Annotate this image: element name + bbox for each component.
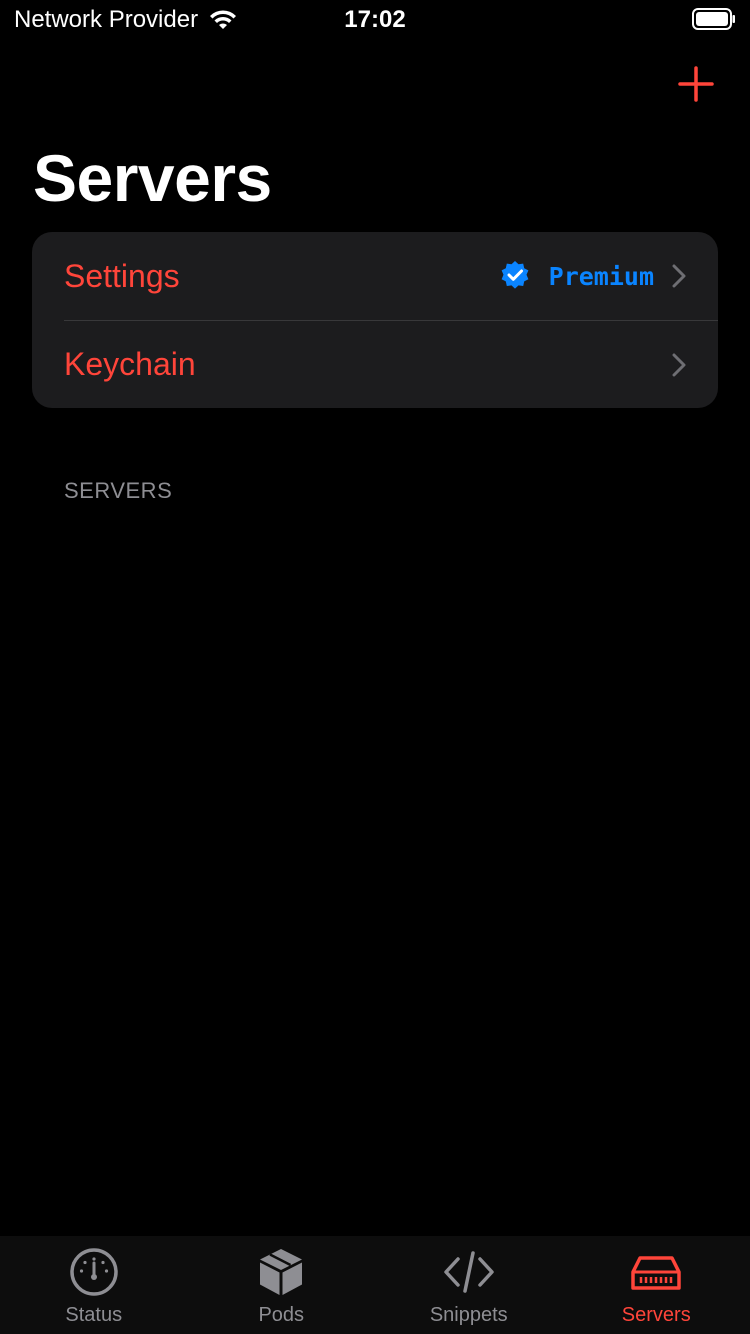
keychain-row[interactable]: Keychain [32, 321, 718, 408]
tab-servers-label: Servers [621, 1304, 691, 1326]
settings-row[interactable]: Settings Premium [32, 232, 718, 320]
servers-section-header: SERVERS [64, 478, 173, 503]
keychain-label: Keychain [64, 346, 196, 382]
gauge-icon [70, 1248, 118, 1296]
settings-label: Settings [64, 257, 180, 294]
status-bar: Network Provider 17:02 [0, 0, 750, 40]
page-title: Servers [33, 141, 272, 215]
keychain-accessory [672, 353, 686, 377]
tab-servers[interactable]: Servers [563, 1236, 750, 1334]
tab-bar: Status Pods Snippets Servers [0, 1236, 750, 1334]
premium-status: Premium [499, 260, 686, 292]
settings-group: Settings Premium Keychain [32, 232, 718, 408]
tab-status[interactable]: Status [0, 1236, 188, 1334]
chevron-right-icon [672, 264, 686, 288]
premium-label: Premium [548, 261, 654, 291]
server-icon [631, 1256, 681, 1290]
plus-icon[interactable] [678, 66, 714, 102]
tab-snippets-label: Snippets [429, 1304, 508, 1326]
tab-status-label: Status [65, 1304, 123, 1326]
verified-badge-icon [501, 261, 529, 289]
chevron-right-icon [672, 353, 686, 376]
tab-pods[interactable]: Pods [188, 1236, 376, 1334]
status-time: 17:02 [344, 6, 406, 33]
code-icon [444, 1251, 494, 1293]
tab-snippets[interactable]: Snippets [375, 1236, 563, 1334]
tab-pods-label: Pods [258, 1304, 305, 1326]
battery-icon [692, 8, 735, 30]
cube-icon [260, 1249, 303, 1295]
